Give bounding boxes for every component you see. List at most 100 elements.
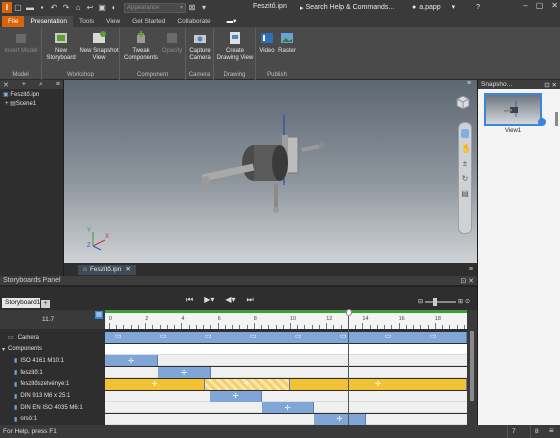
new-file-icon[interactable]: ▢: [12, 2, 24, 13]
material-icon[interactable]: ◐: [108, 2, 120, 13]
storyboard-restore-icon[interactable]: ⊡: [460, 278, 468, 285]
select-icon[interactable]: ▣: [96, 2, 108, 13]
opacity-button[interactable]: Opacity: [160, 30, 184, 55]
steering-wheel-icon[interactable]: [461, 129, 469, 138]
timeline-row-label[interactable]: ▮ feszitő:1: [0, 367, 105, 378]
timeline-track[interactable]: ✢ ✢ ✢: [105, 378, 467, 390]
video-button[interactable]: Video: [257, 30, 277, 55]
rewind-icon[interactable]: ⏮: [186, 295, 193, 305]
zoom-out-icon[interactable]: ⊟: [418, 298, 423, 305]
playhead-handle[interactable]: [346, 309, 352, 316]
tree-scene[interactable]: + ▤Scene1: [3, 100, 60, 109]
snapshot-edit-icon[interactable]: [538, 118, 546, 126]
timeline-row-label[interactable]: ▭ Camera: [0, 332, 105, 343]
timeline-track[interactable]: ▭ ▭ ▭ ▭ ▭ ▭ ▭ ▭: [105, 332, 467, 343]
customize-icon[interactable]: ▾: [198, 2, 210, 13]
action-bar[interactable]: ✢: [205, 378, 290, 390]
tab-get-started[interactable]: Get Started: [126, 16, 171, 27]
action-bar[interactable]: ✢: [314, 413, 366, 425]
maximize-icon[interactable]: ▢: [536, 1, 544, 10]
app-logo-icon[interactable]: I: [2, 2, 12, 13]
timeline-track[interactable]: ✢: [105, 355, 467, 367]
timeline-track[interactable]: [105, 343, 467, 355]
tab-presentation[interactable]: Presentation: [24, 16, 73, 27]
user-account[interactable]: ● a.papp ▾ ?: [412, 3, 480, 12]
save-icon[interactable]: ▪: [36, 2, 48, 13]
zoom-icon[interactable]: ±: [461, 159, 469, 168]
storyboard-tab[interactable]: Storyboard1: [2, 298, 40, 308]
timeline-scrollbar[interactable]: [467, 329, 477, 425]
close-icon[interactable]: ✕: [551, 1, 558, 10]
tab-document[interactable]: ⌂ Feszitő.ipn ✕: [78, 264, 136, 275]
minimize-icon[interactable]: –: [523, 1, 527, 10]
play-icon[interactable]: ▶▾: [204, 295, 214, 305]
camera-keyframe-icon[interactable]: ▭: [205, 332, 212, 340]
viewport-menu-icon[interactable]: ≡: [467, 80, 475, 88]
timeline-row-label[interactable]: ▾ Components: [0, 344, 105, 355]
play-reverse-icon[interactable]: ◀▾: [225, 295, 235, 305]
storyboard-close-icon[interactable]: ✕: [468, 278, 474, 285]
timeline-row-label[interactable]: ▮ orsó:1: [0, 414, 105, 425]
undo-icon[interactable]: ↶: [48, 2, 60, 13]
camera-keyframe-icon[interactable]: ▭: [340, 332, 347, 340]
playhead-line[interactable]: [348, 316, 349, 425]
camera-keyframe-icon[interactable]: ▭: [385, 332, 392, 340]
action-bar[interactable]: ✢: [158, 367, 211, 379]
raster-button[interactable]: Raster: [277, 30, 297, 55]
fx-icon[interactable]: ⊠: [186, 2, 198, 13]
browser-search-icon[interactable]: ⌕: [39, 81, 43, 89]
browser-menu-icon[interactable]: ≡: [56, 81, 60, 88]
action-bar[interactable]: ✢: [105, 355, 158, 367]
action-bar[interactable]: ✢: [262, 402, 314, 414]
pan-icon[interactable]: ✋: [461, 144, 471, 153]
tab-collaborate[interactable]: Collaborate: [171, 16, 216, 27]
tab-close-icon[interactable]: ✕: [125, 266, 130, 273]
open-folder-icon[interactable]: ▬: [24, 2, 36, 13]
snapshot-thumbnail[interactable]: [484, 93, 542, 126]
action-bar[interactable]: ✢: [105, 378, 205, 390]
help-icon[interactable]: ?: [476, 4, 480, 11]
zoom-fit-icon[interactable]: ⊙: [465, 298, 470, 305]
capture-camera-button[interactable]: Capture Camera: [187, 30, 213, 62]
timeline-row-label[interactable]: ▮ DIN 913 M6 x 25:1: [0, 391, 105, 402]
timeline-row-label[interactable]: ▮ ISO 4161 M10:1: [0, 355, 105, 366]
graphics-viewport[interactable]: ≡ ✋ ± ↻ ▤ X Y Z: [64, 80, 477, 263]
return-icon[interactable]: ↩: [84, 2, 96, 13]
create-drawing-view-button[interactable]: Create Drawing View: [215, 30, 255, 62]
timeline-row-label[interactable]: ▮ DIN EN ISO 4035 M6:1: [0, 402, 105, 413]
snapshot-close-icon[interactable]: ✕: [552, 82, 557, 89]
new-snapshot-view-button[interactable]: New Snapshot View: [79, 30, 119, 62]
zoom-slider[interactable]: ⊟ ⊞ ⊙: [418, 297, 470, 306]
status-menu-icon[interactable]: ≡: [549, 426, 554, 435]
tabs-menu-icon[interactable]: ≡: [469, 266, 473, 273]
orbit-icon[interactable]: ↻: [461, 174, 469, 183]
browser-close-icon[interactable]: ✕: [3, 81, 9, 89]
action-bar[interactable]: ✢: [210, 390, 262, 402]
home-icon[interactable]: ⌂: [72, 2, 84, 13]
new-storyboard-button[interactable]: New Storyboard: [44, 30, 78, 62]
timeline-track[interactable]: ✢: [105, 402, 467, 414]
timeline-ruler[interactable]: 0 2 4 6 8 10 12 14 16 18: [105, 310, 467, 329]
snapshot-restore-icon[interactable]: ⊡: [544, 82, 551, 89]
redo-icon[interactable]: ↷: [60, 2, 72, 13]
camera-keyframe-icon[interactable]: ▭: [250, 332, 257, 340]
search-help[interactable]: ▸ Search Help & Commands...: [300, 2, 410, 13]
add-storyboard-icon[interactable]: +: [41, 300, 50, 308]
timeline-track[interactable]: ✢: [105, 390, 467, 402]
appearance-dropdown[interactable]: Appearance ▾: [124, 2, 186, 13]
insert-model-button[interactable]: Insert Model: [3, 30, 39, 55]
action-bar[interactable]: ✢: [290, 378, 467, 390]
viewcube-icon[interactable]: [454, 93, 472, 111]
tree-root[interactable]: ▣ Feszitő.ipn: [3, 91, 60, 100]
camera-keyframe-icon[interactable]: ▭: [430, 332, 437, 340]
look-at-icon[interactable]: ▤: [461, 189, 469, 198]
camera-keyframe-icon[interactable]: ▭: [115, 332, 122, 340]
skip-end-icon[interactable]: ⏭: [247, 295, 254, 305]
camera-keyframe-icon[interactable]: ▭: [295, 332, 302, 340]
snapshot-scrollbar[interactable]: [555, 112, 558, 126]
timeline-track[interactable]: ✢: [105, 367, 467, 379]
ribbon-toggle-icon[interactable]: ▬▾: [221, 16, 243, 27]
zoom-in-icon[interactable]: ⊞: [458, 298, 463, 305]
filter-icon[interactable]: ▤: [95, 311, 103, 319]
tensioner-model[interactable]: [194, 115, 334, 225]
